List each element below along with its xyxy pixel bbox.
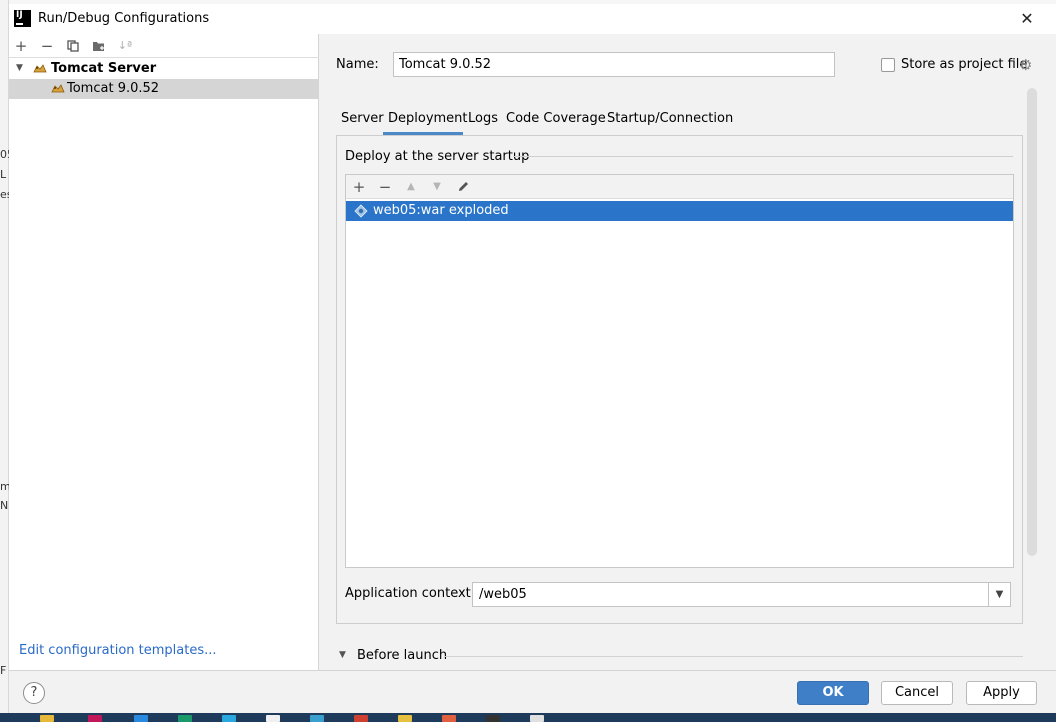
taskbar-app-icon[interactable] (40, 715, 54, 722)
tab-server[interactable]: Server (341, 111, 384, 135)
dropdown-button[interactable]: ▼ (988, 583, 1010, 606)
arrow-up-icon: ▲ (407, 181, 415, 192)
add-artifact-button[interactable]: + (348, 177, 370, 197)
os-taskbar (0, 713, 1056, 722)
section-divider (513, 156, 1013, 157)
artifact-label: web05:war exploded (373, 203, 509, 218)
help-icon: ? (30, 685, 38, 700)
deploy-section-title: Deploy at the server startup (345, 149, 530, 164)
tab-logs[interactable]: Logs (468, 111, 498, 135)
taskbar-app-icon[interactable] (178, 715, 192, 722)
tree-item-label: Tomcat 9.0.52 (67, 81, 160, 96)
add-icon: + (14, 37, 28, 55)
taskbar-app-icon[interactable] (398, 715, 412, 722)
section-divider (445, 656, 1023, 657)
before-launch-title: Before launch (357, 648, 448, 663)
window-title: Run/Debug Configurations (38, 11, 210, 26)
add-icon: + (352, 178, 366, 196)
taskbar-app-icon[interactable] (530, 715, 544, 722)
chevron-down-icon: ▼ (16, 63, 23, 73)
edit-artifact-button[interactable] (452, 177, 474, 197)
pencil-icon (458, 182, 468, 191)
application-context-label: Application context: (345, 586, 476, 601)
close-button[interactable]: ✕ (1016, 8, 1038, 30)
copy-configuration-button[interactable] (63, 36, 83, 56)
gear-icon[interactable]: ⚙ (1019, 56, 1032, 74)
arrow-down-icon: ▼ (433, 181, 441, 192)
move-to-folder-button[interactable] (89, 36, 109, 56)
remove-icon: − (40, 37, 54, 55)
taskbar-app-icon[interactable] (222, 715, 236, 722)
taskbar-app-icon[interactable] (354, 715, 368, 722)
cancel-button[interactable]: Cancel (881, 681, 953, 705)
taskbar-app-icon[interactable] (134, 715, 148, 722)
tree-item-tomcat-config[interactable]: Tomcat 9.0.52 (9, 79, 318, 99)
chevron-down-icon: ▼ (339, 650, 346, 660)
configurations-sidebar (9, 34, 319, 670)
move-up-button[interactable]: ▲ (400, 177, 422, 197)
sort-configurations-button[interactable]: ↓ª (115, 36, 135, 56)
taskbar-app-icon[interactable] (310, 715, 324, 722)
tree-item-tomcat-server[interactable]: ▼ Tomcat Server (9, 59, 318, 79)
move-down-button[interactable]: ▼ (426, 177, 448, 197)
store-as-project-file-checkbox[interactable] (881, 58, 895, 72)
name-label: Name: (336, 57, 379, 72)
before-launch-expand-toggle[interactable]: ▼ (339, 650, 346, 660)
application-context-value: /web05 (479, 587, 527, 602)
store-as-project-file-label: Store as project file (901, 57, 1028, 72)
artifact-list-item[interactable]: web05:war exploded (346, 201, 1013, 221)
application-context-combobox[interactable]: /web05 ▼ (472, 582, 1011, 607)
artifact-icon (354, 204, 368, 218)
tab-code-coverage[interactable]: Code Coverage (506, 111, 606, 135)
remove-artifact-button[interactable]: − (374, 177, 396, 197)
taskbar-app-icon[interactable] (88, 715, 102, 722)
artifact-list (345, 174, 1014, 568)
apply-button[interactable]: Apply (966, 681, 1037, 705)
tab-startup-connection[interactable]: Startup/Connection (607, 111, 733, 135)
close-icon: ✕ (1020, 9, 1034, 28)
background-text: F (0, 664, 7, 677)
remove-icon: − (378, 178, 392, 196)
add-configuration-button[interactable]: + (11, 36, 31, 56)
background-window-edge: 05 L es m N F (0, 0, 14, 722)
remove-configuration-button[interactable]: − (37, 36, 57, 56)
vertical-scrollbar[interactable] (1027, 88, 1037, 556)
taskbar-app-icon[interactable] (442, 715, 456, 722)
help-button[interactable]: ? (23, 682, 45, 704)
ok-button[interactable]: OK (797, 681, 869, 705)
background-text: N (0, 499, 9, 512)
name-input[interactable] (393, 52, 835, 77)
taskbar-app-icon[interactable] (266, 715, 280, 722)
chevron-down-icon: ▼ (995, 589, 1004, 600)
edit-configuration-templates-link[interactable]: Edit configuration templates... (19, 643, 217, 658)
sort-icon: ↓ª (117, 39, 133, 52)
folder-icon (93, 42, 104, 51)
background-text: L (0, 168, 7, 181)
tree-item-label: Tomcat Server (51, 61, 157, 76)
intellij-app-icon: IJ (14, 10, 31, 27)
taskbar-app-icon[interactable] (486, 715, 500, 722)
tomcat-icon (33, 64, 47, 73)
copy-icon (67, 40, 79, 52)
tomcat-icon (51, 84, 65, 93)
